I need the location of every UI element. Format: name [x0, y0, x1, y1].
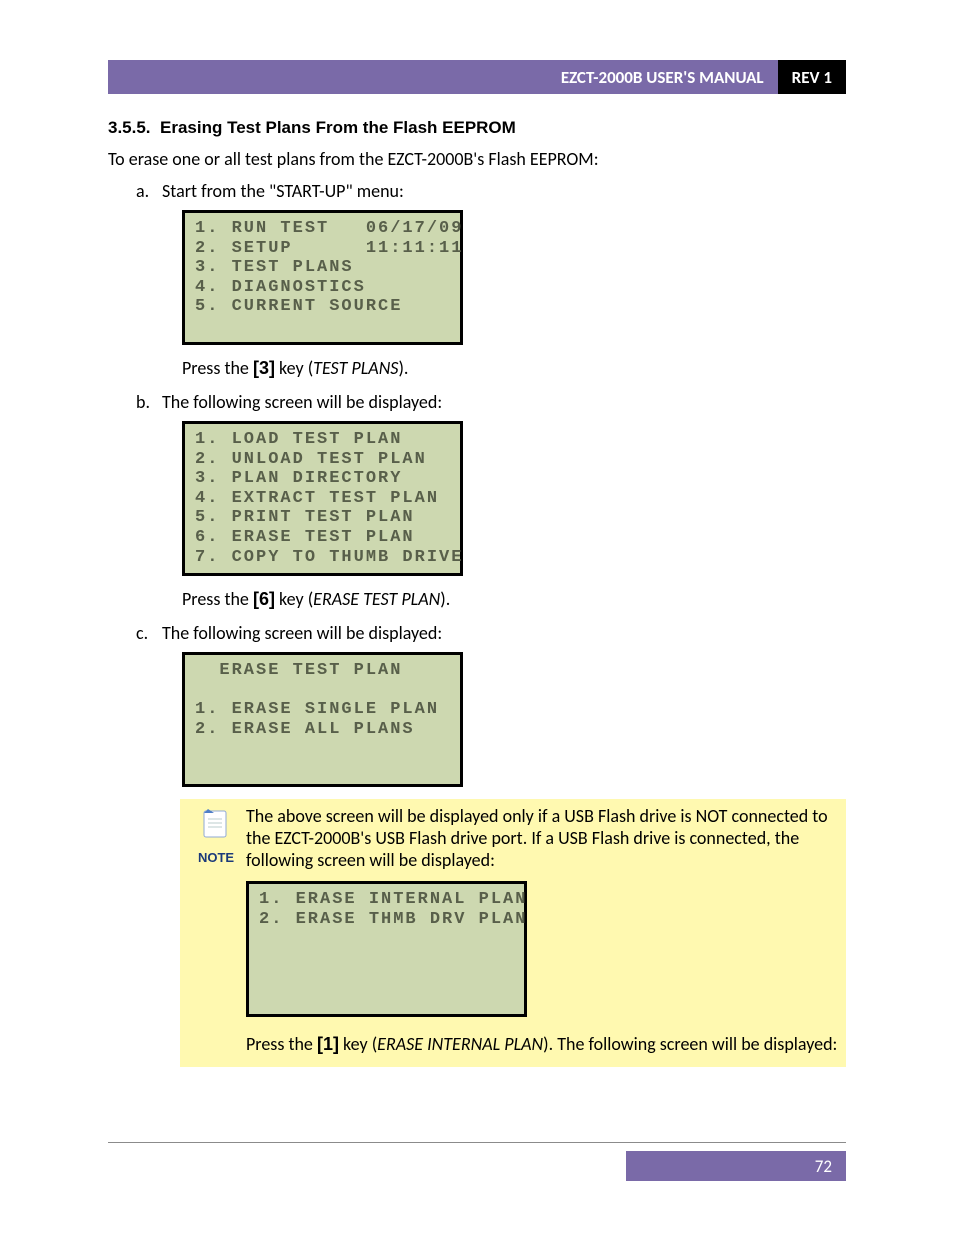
press-pre: Press the: [182, 588, 253, 610]
step-c-text: The following screen will be displayed:: [162, 622, 846, 644]
press-key: [1]: [317, 1034, 339, 1054]
press-post: ).: [440, 588, 450, 610]
press-key: [6]: [253, 589, 275, 609]
press-label: TEST PLANS: [313, 357, 398, 379]
press-pre: Press the: [246, 1033, 317, 1055]
step-letter: a.: [136, 180, 162, 202]
press-label: ERASE TEST PLAN: [313, 588, 440, 610]
note-label: NOTE: [186, 850, 246, 865]
content-area: 3.5.5. Erasing Test Plans From the Flash…: [108, 118, 846, 1067]
step-a-press: Press the [3] key (TEST PLANS).: [182, 357, 846, 379]
press-mid: key (: [275, 588, 313, 610]
header-rev: REV 1: [778, 60, 846, 94]
step-a: a. Start from the "START-UP" menu:: [136, 180, 846, 202]
lcd-screen-startup: 1. RUN TEST 06/17/09 2. SETUP 11:11:11 3…: [182, 210, 463, 345]
section-heading: 3.5.5. Erasing Test Plans From the Flash…: [108, 118, 846, 138]
press-mid: key (: [339, 1033, 377, 1055]
page-number: 72: [815, 1156, 832, 1177]
intro-text: To erase one or all test plans from the …: [108, 148, 846, 170]
lcd-screen-testplans: 1. LOAD TEST PLAN 2. UNLOAD TEST PLAN 3.…: [182, 421, 463, 576]
step-c: c. The following screen will be displaye…: [136, 622, 846, 644]
press-post: ). The following screen will be displaye…: [543, 1033, 837, 1055]
section-title: Erasing Test Plans From the Flash EEPROM: [160, 118, 516, 137]
press-mid: key (: [275, 357, 313, 379]
step-list: a. Start from the "START-UP" menu: 1. RU…: [136, 180, 846, 787]
note-left: NOTE: [186, 805, 246, 865]
footer-bar: 72: [626, 1151, 846, 1181]
step-a-text: Start from the "START-UP" menu:: [162, 180, 846, 202]
press-label: ERASE INTERNAL PLAN: [377, 1033, 543, 1055]
note-block: NOTE The above screen will be displayed …: [180, 799, 846, 1067]
header-title: EZCT-2000B USER'S MANUAL: [108, 60, 778, 94]
press-pre: Press the: [182, 357, 253, 379]
note-paragraph: The above screen will be displayed only …: [246, 805, 840, 871]
header-bar: EZCT-2000B USER'S MANUAL REV 1: [108, 60, 846, 94]
step-b-press: Press the [6] key (ERASE TEST PLAN).: [182, 588, 846, 610]
footer-rule: [108, 1142, 846, 1143]
lcd-screen-erase: ERASE TEST PLAN 1. ERASE SINGLE PLAN 2. …: [182, 652, 463, 787]
lcd-screen-note: 1. ERASE INTERNAL PLAN 2. ERASE THMB DRV…: [246, 881, 527, 1017]
step-b-text: The following screen will be displayed:: [162, 391, 846, 413]
press-post: ).: [398, 357, 408, 379]
step-letter: c.: [136, 622, 162, 644]
note-press: Press the [1] key (ERASE INTERNAL PLAN).…: [246, 1033, 840, 1055]
step-letter: b.: [136, 391, 162, 413]
note-right: The above screen will be displayed only …: [246, 805, 840, 1055]
section-number: 3.5.5.: [108, 118, 151, 137]
step-b: b. The following screen will be displaye…: [136, 391, 846, 413]
page: EZCT-2000B USER'S MANUAL REV 1 3.5.5. Er…: [0, 0, 954, 1235]
press-key: [3]: [253, 358, 275, 378]
note-icon: [198, 805, 234, 841]
